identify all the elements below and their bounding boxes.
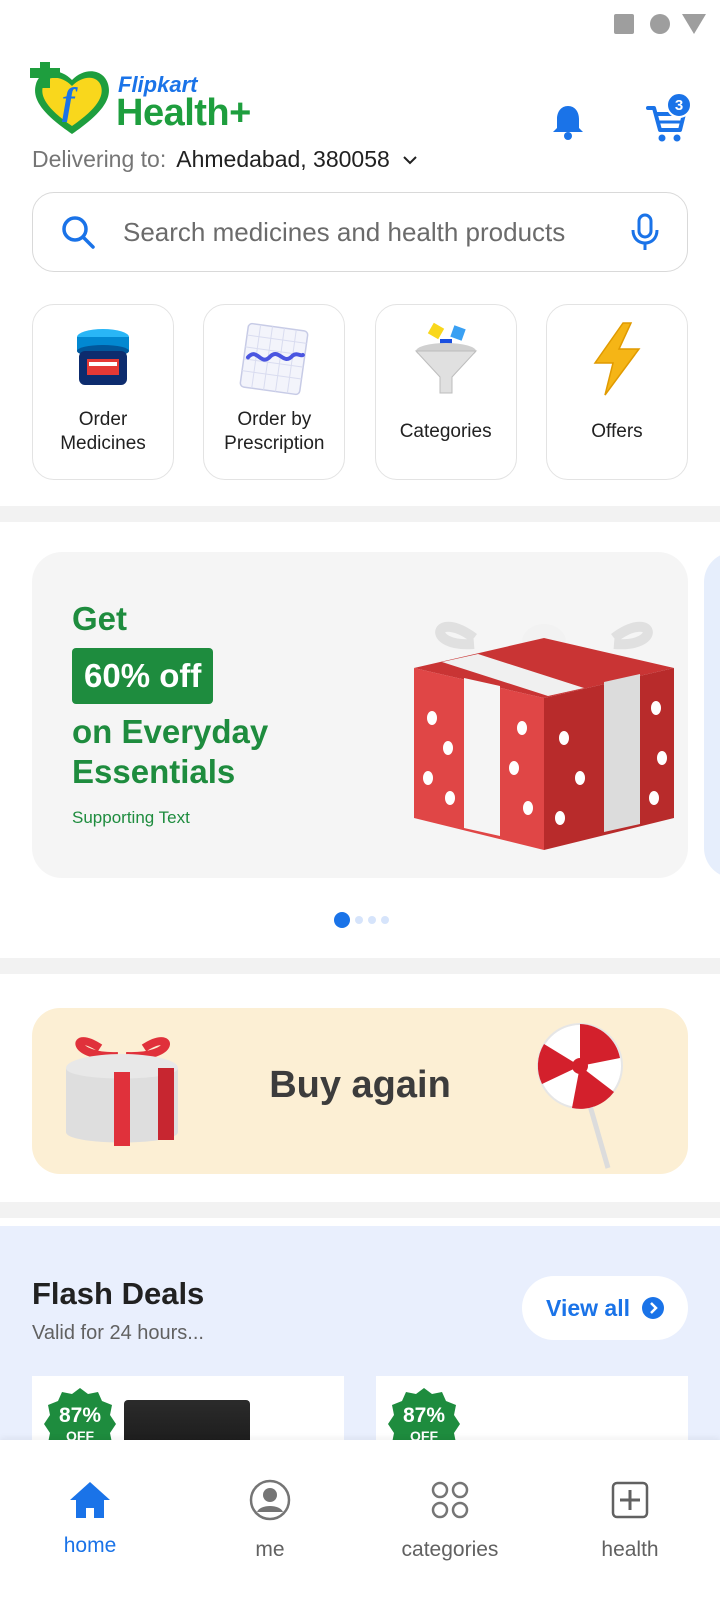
mic-icon[interactable] xyxy=(627,212,663,252)
offers-label: Offers xyxy=(591,421,643,442)
order-medicines-card[interactable]: Order Medicines xyxy=(32,304,174,480)
prescription-icon xyxy=(239,322,309,396)
view-all-button[interactable]: View all xyxy=(522,1276,688,1340)
grid-icon xyxy=(431,1481,469,1519)
search-bar[interactable]: Search medicines and health products xyxy=(32,192,688,272)
quick-actions: Order Medicines Order by Prescription Ca… xyxy=(32,304,688,480)
carousel-dot-active[interactable] xyxy=(334,912,350,928)
flash-deals-subtitle: Valid for 24 hours... xyxy=(32,1322,204,1344)
next-banner-peek[interactable] xyxy=(704,552,720,878)
health-plus-icon xyxy=(611,1481,649,1519)
chevron-down-icon xyxy=(403,155,417,164)
flash-deals-title: Flash Deals xyxy=(32,1276,205,1311)
discount-percent: 87% xyxy=(402,1404,446,1427)
flipkart-health-logo: f Flipkart Health+ xyxy=(30,58,280,142)
carousel-dot[interactable] xyxy=(355,916,363,924)
back-system-icon xyxy=(682,14,706,34)
banner-supporting-text: Supporting Text xyxy=(72,808,190,827)
nav-me-label: me xyxy=(255,1538,285,1561)
cart-count-badge: 3 xyxy=(666,92,692,118)
nav-home[interactable]: home xyxy=(0,1440,180,1600)
medicine-jar-icon xyxy=(77,329,129,385)
order-medicines-label: Order Medicines xyxy=(60,409,146,454)
carousel-dot[interactable] xyxy=(381,916,389,924)
nav-categories-label: categories xyxy=(401,1538,499,1561)
order-by-prescription-label: Order by Prescription xyxy=(224,409,325,454)
carousel-dot[interactable] xyxy=(368,916,376,924)
funnel-icon xyxy=(414,322,477,394)
nav-health[interactable]: health xyxy=(540,1440,720,1600)
categories-label: Categories xyxy=(399,421,492,442)
view-all-label: View all xyxy=(546,1294,630,1321)
delivering-location: Ahmedabad, 380058 xyxy=(176,146,390,172)
banner-get-text: Get xyxy=(72,600,128,637)
banner-headline: on Everyday Essentials xyxy=(72,713,269,790)
search-placeholder: Search medicines and health products xyxy=(123,216,566,247)
section-divider xyxy=(0,958,720,974)
categories-card[interactable]: Categories xyxy=(374,304,517,480)
nav-health-label: health xyxy=(601,1538,659,1561)
nav-home-label: home xyxy=(63,1534,117,1557)
profile-icon xyxy=(249,1479,291,1521)
delivering-label: Delivering to: xyxy=(32,146,167,172)
home-system-icon xyxy=(650,14,670,34)
status-bar xyxy=(0,0,720,48)
gift-box-icon xyxy=(414,621,674,850)
logo-heart-icon: f xyxy=(30,58,109,134)
nav-categories[interactable]: categories xyxy=(360,1440,540,1600)
search-icon xyxy=(62,216,95,249)
bottom-navigation: home me categories health xyxy=(0,1440,720,1600)
logo-text-health: Health+ xyxy=(116,92,251,134)
lollipop-icon xyxy=(537,1023,623,1169)
buy-again-card[interactable]: Buy again xyxy=(32,1008,688,1174)
section-divider xyxy=(0,506,720,522)
promo-banner[interactable]: Get 60% off on Everyday Essentials Suppo… xyxy=(32,552,688,878)
recent-apps-icon xyxy=(614,14,634,34)
order-by-prescription-card[interactable]: Order by Prescription xyxy=(203,304,346,480)
home-icon xyxy=(70,1482,110,1518)
discount-percent: 87% xyxy=(58,1404,102,1427)
flash-deals-section: Flash Deals Valid for 24 hours... View a… xyxy=(0,1226,720,1466)
header: f Flipkart Health+ 3 Delivering to: Ahme… xyxy=(0,58,720,180)
section-divider xyxy=(0,1202,720,1218)
notification-bell-icon[interactable] xyxy=(548,102,588,142)
nav-me[interactable]: me xyxy=(180,1440,360,1600)
offers-card[interactable]: Offers xyxy=(545,304,688,480)
delivery-location-selector[interactable]: Delivering to: Ahmedabad, 380058 xyxy=(32,146,420,173)
arrow-right-circle-icon xyxy=(641,1297,664,1319)
carousel-indicator xyxy=(334,912,394,928)
lightning-icon xyxy=(593,322,641,396)
banner-discount-pill: 60% off xyxy=(72,648,214,704)
